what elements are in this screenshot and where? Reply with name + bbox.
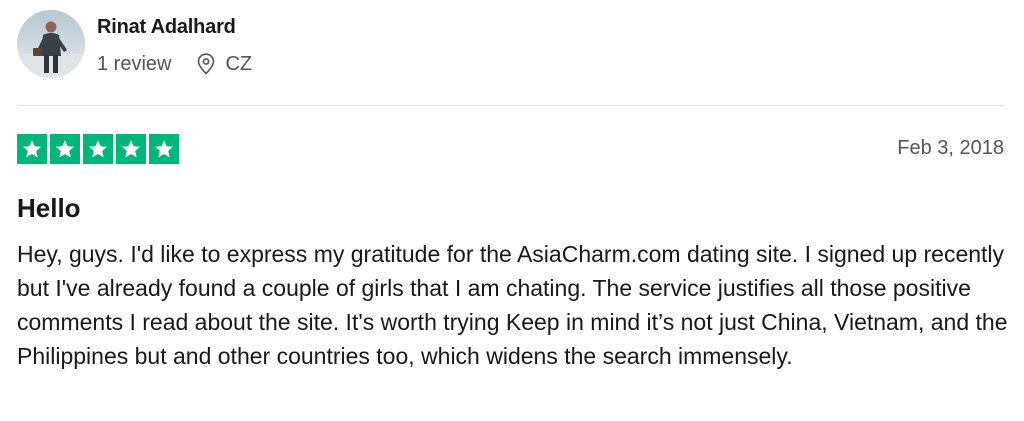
review-title[interactable]: Hello — [17, 192, 81, 224]
reviewer-meta: 1 review CZ — [97, 52, 252, 76]
review-count: 1 review — [97, 53, 172, 75]
reviewer-header: Rinat Adalhard 1 review CZ — [17, 10, 252, 78]
reviewer-country: CZ — [225, 53, 253, 75]
location-pin-icon — [197, 53, 215, 75]
reviewer-name[interactable]: Rinat Adalhard — [97, 14, 252, 40]
star-rating — [17, 134, 179, 164]
review-card: Rinat Adalhard 1 review CZ Feb 3, 2018 H… — [0, 0, 1024, 421]
star-icon — [17, 134, 47, 164]
reviewer-info: Rinat Adalhard 1 review CZ — [97, 10, 252, 76]
star-icon — [83, 134, 113, 164]
review-text: Hey, guys. I'd like to express my gratit… — [17, 241, 1008, 369]
divider — [17, 105, 1005, 106]
review-date: Feb 3, 2018 — [897, 137, 1004, 159]
star-icon — [50, 134, 80, 164]
user-photo-icon — [17, 10, 85, 78]
avatar[interactable] — [17, 10, 85, 78]
star-icon — [116, 134, 146, 164]
star-icon — [149, 134, 179, 164]
